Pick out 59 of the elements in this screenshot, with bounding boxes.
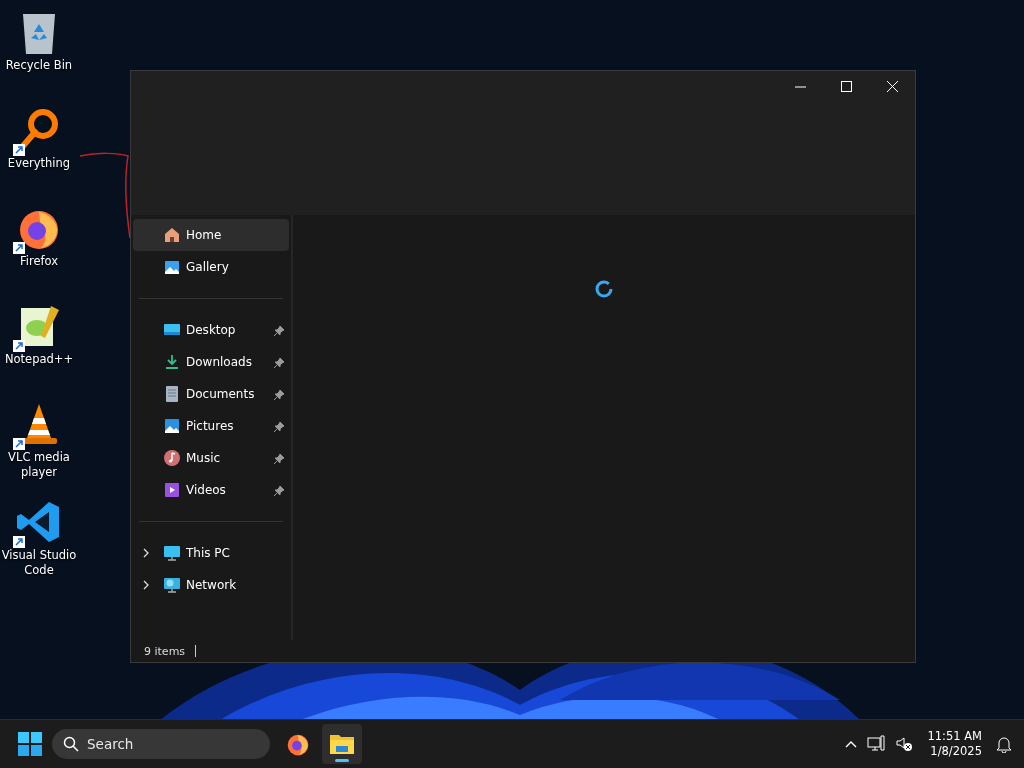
music-icon	[163, 449, 181, 467]
picture-icon	[163, 417, 181, 435]
folder-icon	[329, 732, 355, 756]
monitor-icon	[163, 544, 181, 562]
sidebar-item-label: Network	[186, 578, 238, 592]
pin-icon	[274, 356, 285, 368]
sidebar-item-label: Music	[186, 451, 222, 465]
time-text: 11:51 AM	[927, 729, 982, 744]
pin-icon	[274, 420, 285, 432]
chevron-icon[interactable]	[142, 548, 150, 558]
network-monitor-icon[interactable]	[867, 735, 886, 753]
maximize-icon	[840, 80, 852, 92]
desktop-icon-label: Notepad++	[4, 352, 74, 367]
sidebar-item-label: Pictures	[186, 419, 235, 433]
gallery-icon	[163, 258, 181, 276]
start-button[interactable]	[18, 732, 42, 756]
separator-icon	[195, 645, 197, 657]
sidebar-item-label: Desktop	[186, 323, 237, 337]
sidebar-item[interactable]: Network	[133, 569, 289, 601]
sidebar-item-label: Gallery	[186, 260, 230, 274]
pin-icon	[274, 484, 285, 496]
sidebar-item[interactable]: Desktop	[133, 314, 289, 346]
sidebar-item[interactable]: Pictures	[133, 410, 289, 442]
desktop-icon-label: Firefox	[19, 254, 59, 269]
sidebar-item[interactable]: Gallery	[133, 251, 289, 283]
document-icon	[163, 385, 181, 403]
desktop-icon-label: Recycle Bin	[5, 58, 73, 73]
desktop-icon-label: Everything	[7, 156, 71, 171]
sidebar-item-label: Downloads	[186, 355, 253, 369]
speaker-muted-icon[interactable]	[895, 735, 914, 753]
taskbar-app[interactable]	[322, 724, 362, 764]
date-text: 1/8/2025	[930, 744, 982, 759]
sidebar-item[interactable]: Music	[133, 442, 289, 474]
sidebar-item-label: Home	[186, 228, 223, 242]
chevron-up-icon[interactable]	[845, 740, 858, 748]
video-icon	[163, 481, 181, 499]
bell-icon[interactable]	[996, 735, 1012, 753]
pin-icon	[274, 324, 285, 336]
close-icon	[886, 80, 898, 92]
home-icon	[163, 226, 181, 244]
item-count: 9 items	[144, 644, 186, 658]
desktop-icon-label: VLC media player	[7, 450, 71, 480]
sidebar-item[interactable]: Downloads	[133, 346, 289, 378]
network-icon	[163, 576, 181, 594]
sidebar-item-label: Documents	[186, 387, 256, 401]
sidebar-item-label: Videos	[186, 483, 227, 497]
chevron-icon[interactable]	[142, 580, 150, 590]
download-icon	[163, 353, 181, 371]
search-field[interactable]: Search	[52, 729, 270, 759]
clock[interactable]: 11:51 AM 1/8/2025	[927, 729, 982, 759]
sidebar-item[interactable]: Documents	[133, 378, 289, 410]
pin-icon	[274, 388, 285, 400]
search-icon	[63, 736, 79, 752]
sidebar-item-label: This PC	[186, 546, 231, 560]
pin-icon	[274, 452, 285, 464]
desktop-icon-label: Visual Studio Code	[0, 548, 78, 578]
sidebar-item[interactable]: Videos	[133, 474, 289, 506]
sidebar-item[interactable]: This PC	[133, 537, 289, 569]
sidebar-item[interactable]: Home	[133, 219, 289, 251]
